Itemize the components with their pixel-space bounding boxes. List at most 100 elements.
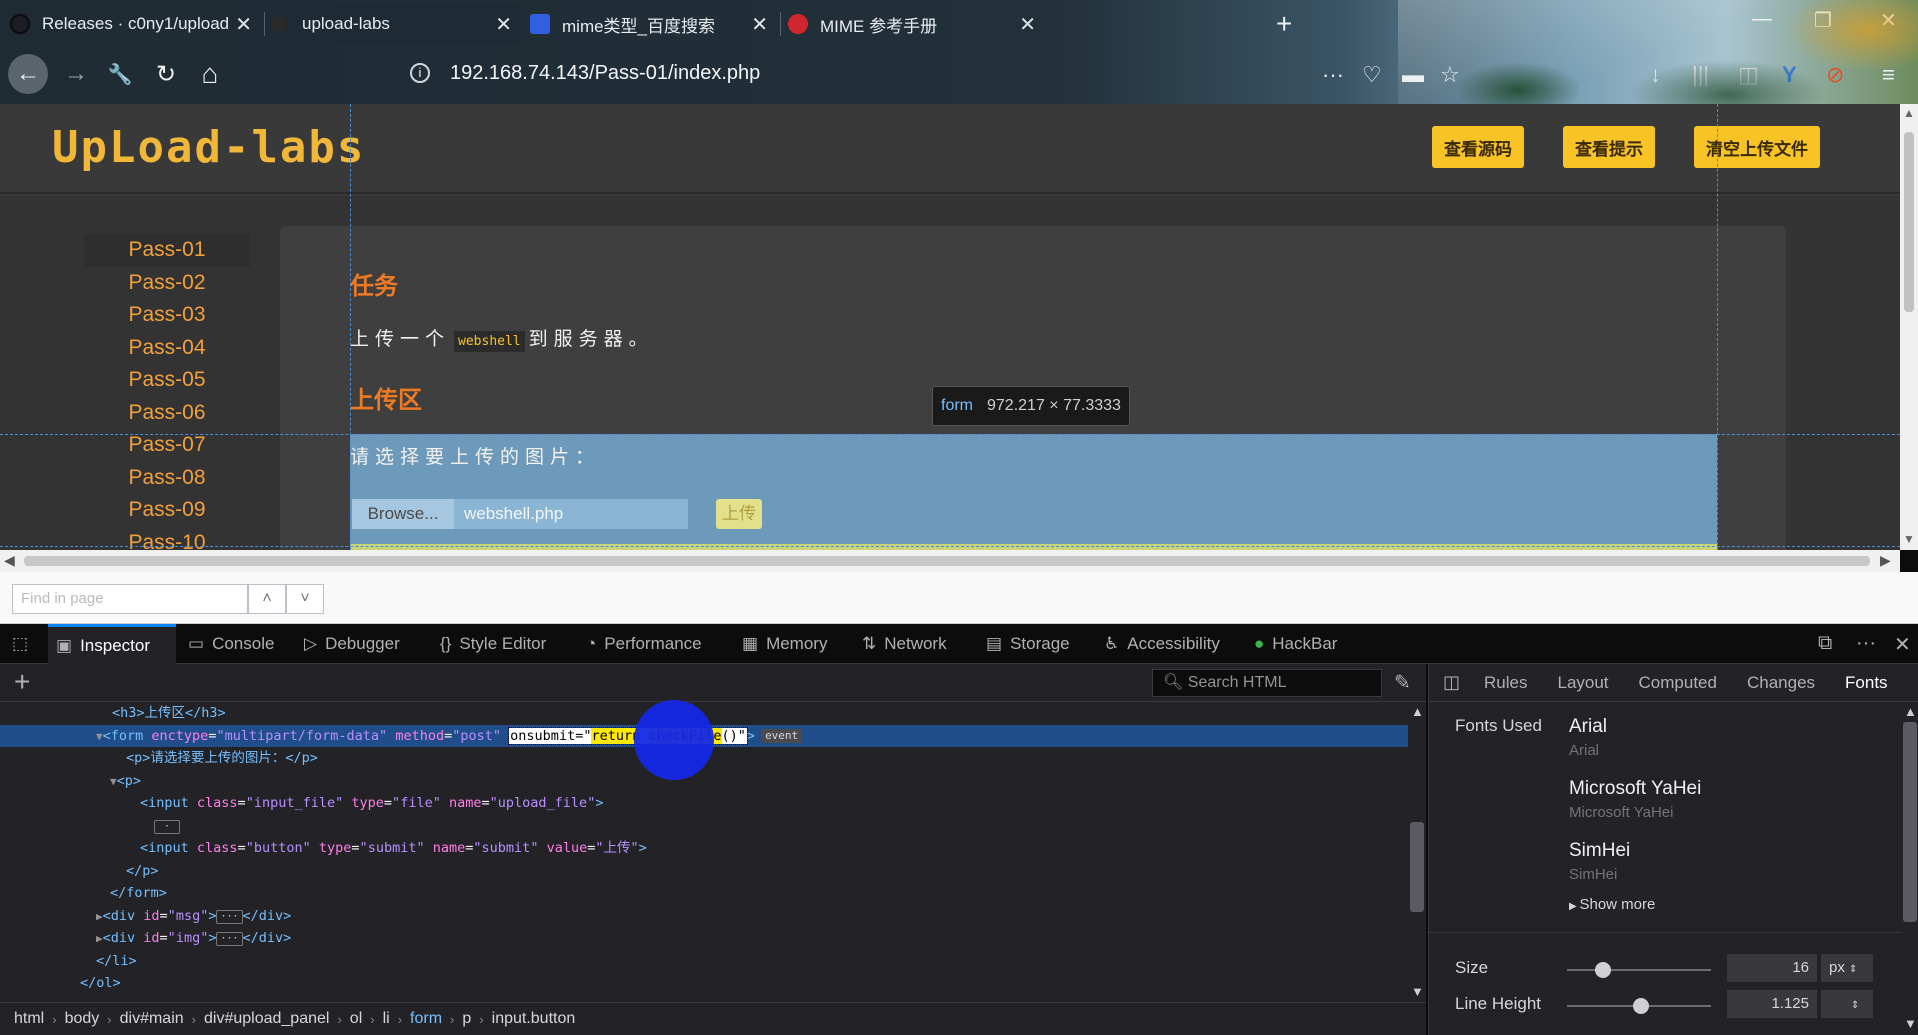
expand-arrow-icon[interactable]: ▼ [110, 775, 117, 788]
slider-knob[interactable] [1633, 998, 1649, 1014]
forward-button[interactable]: → [56, 54, 96, 94]
close-tab-icon[interactable]: ✕ [751, 12, 768, 37]
reload-button[interactable]: ↻ [146, 54, 186, 94]
scroll-down-icon[interactable]: ▼ [1903, 532, 1915, 546]
browse-button[interactable]: Browse... [352, 499, 454, 529]
site-logo[interactable]: UpLoad-labs [52, 122, 365, 173]
collapsed-node-icon[interactable]: ··· [216, 909, 243, 924]
scrollbar-thumb[interactable] [24, 556, 1870, 566]
sidebar-item-pass-02[interactable]: Pass-02 [84, 267, 250, 300]
scroll-up-icon[interactable]: ▲ [1904, 704, 1917, 719]
show-more-toggle[interactable]: ▶ Show more [1569, 896, 1655, 913]
clear-uploads-button[interactable]: 清空上传文件 [1694, 126, 1820, 168]
node-p[interactable]: ▼<p> [0, 770, 1408, 793]
side-panel-scrollbar[interactable]: ▲ ▼ [1901, 702, 1918, 1035]
expand-arrow-icon[interactable]: ▼ [96, 730, 103, 743]
tab-fonts[interactable]: Fonts [1845, 673, 1888, 693]
node-form-close[interactable]: </form> [0, 882, 1408, 905]
scrollbar-thumb[interactable] [1903, 722, 1917, 922]
upload-submit-button[interactable]: 上传 [716, 499, 762, 529]
sidebar-item-pass-09[interactable]: Pass-09 [84, 494, 250, 527]
find-previous-button[interactable]: ˄ [248, 584, 286, 614]
node-div-img[interactable]: ▶<div id="img"> ··· </div> [0, 927, 1408, 950]
tab-performance[interactable]: ◔ Performance [586, 624, 702, 664]
tab-style-editor[interactable]: {} Style Editor [440, 624, 546, 664]
selected-file-name[interactable]: webshell.php [454, 499, 688, 529]
scroll-left-icon[interactable]: ◀ [4, 552, 15, 569]
node-li-close[interactable]: </li> [0, 950, 1408, 973]
expand-arrow-icon[interactable]: ▶ [96, 932, 103, 945]
collapsed-node-icon[interactable]: ··· [216, 932, 243, 946]
customize-wrench-icon[interactable]: 🔧 [100, 54, 140, 94]
toggle-pane-icon[interactable]: ◫ [1443, 672, 1460, 693]
markup-scrollbar[interactable]: ▲ ▼ [1408, 702, 1426, 1002]
tab-inspector[interactable]: ▣ Inspector [48, 624, 176, 664]
bookmark-star-icon[interactable]: ☆ [1440, 62, 1460, 88]
find-in-page-input[interactable]: Find in page [12, 584, 248, 614]
page-actions-icon[interactable]: ··· [1322, 62, 1344, 88]
extension-y-icon[interactable]: Y [1782, 62, 1797, 88]
close-tab-icon[interactable]: ✕ [235, 12, 252, 37]
tab-releases[interactable]: Releases · c0ny1/upload-lab ✕ [10, 4, 260, 44]
scroll-right-icon[interactable]: ▶ [1880, 552, 1891, 569]
scroll-up-icon[interactable]: ▲ [1411, 704, 1424, 719]
scrollbar-thumb[interactable] [1904, 132, 1914, 312]
size-unit-select[interactable]: px ⇕ [1821, 954, 1873, 982]
sidebar-item-pass-06[interactable]: Pass-06 [84, 397, 250, 430]
site-info-icon[interactable]: i [410, 63, 430, 83]
tab-mime-reference[interactable]: MIME 参考手册 ✕ [784, 4, 1260, 44]
scroll-down-icon[interactable]: ▼ [1904, 1016, 1917, 1031]
tab-mime-baidu[interactable]: mime类型_百度搜索 ✕ [526, 4, 776, 44]
back-button[interactable]: ← [8, 54, 48, 94]
tab-computed[interactable]: Computed [1639, 673, 1717, 693]
breadcrumb-item[interactable]: html [14, 1010, 44, 1028]
restore-icon[interactable]: ❐ [1814, 8, 1832, 33]
slider-knob[interactable] [1595, 962, 1611, 978]
blocked-extension-icon[interactable]: ⊘ [1826, 62, 1844, 88]
breadcrumb-item[interactable]: div#upload_panel [204, 1010, 329, 1028]
tab-console[interactable]: ▭ Console [188, 624, 274, 664]
node-input-file[interactable]: <input class="input_file" type="file" na… [0, 792, 1408, 815]
sidebar-item-pass-01[interactable]: Pass-01 [84, 234, 250, 267]
breadcrumb-item[interactable]: p [462, 1010, 471, 1028]
scroll-down-icon[interactable]: ▼ [1411, 984, 1424, 999]
minimize-icon[interactable]: — [1752, 8, 1772, 31]
line-height-unit-select[interactable]: ⇕ [1821, 990, 1873, 1018]
page-horizontal-scrollbar[interactable]: ◀ ▶ [0, 550, 1900, 572]
page-vertical-scrollbar[interactable]: ▲ ▼ [1900, 104, 1918, 550]
tab-debugger[interactable]: ▷ Debugger [304, 624, 400, 664]
view-source-button[interactable]: 查看源码 [1432, 126, 1524, 168]
scrollbar-thumb[interactable] [1410, 822, 1424, 912]
library-icon[interactable]: ||| [1692, 62, 1709, 88]
node-p-close[interactable]: </p> [0, 860, 1408, 883]
screenshot-icon[interactable]: ▬ [1402, 62, 1424, 88]
close-devtools-icon[interactable]: ✕ [1894, 632, 1911, 657]
breadcrumb-item[interactable]: form [410, 1010, 442, 1028]
line-height-value-input[interactable]: 1.125 [1727, 990, 1817, 1018]
tab-storage[interactable]: ▤ Storage [986, 624, 1070, 664]
node-anonymous[interactable]: · [0, 815, 1408, 838]
node-div-msg[interactable]: ▶<div id="msg"> ··· </div> [0, 905, 1408, 928]
sidebar-item-pass-04[interactable]: Pass-04 [84, 332, 250, 365]
tab-network[interactable]: ⇅ Network [862, 624, 947, 664]
sidebar-item-pass-03[interactable]: Pass-03 [84, 299, 250, 332]
element-picker-icon[interactable]: ⬚ [12, 624, 36, 664]
close-tab-icon[interactable]: ✕ [495, 12, 512, 37]
size-value-input[interactable]: 16 [1727, 954, 1817, 982]
home-button[interactable]: ⌂ [190, 54, 230, 94]
downloads-icon[interactable]: ↓ [1650, 62, 1661, 88]
node-ol-close[interactable]: </ol> [0, 972, 1408, 995]
tab-memory[interactable]: ▦ Memory [742, 624, 827, 664]
pocket-icon[interactable]: ♡ [1362, 62, 1382, 88]
sidebar-toggle-icon[interactable]: ◫ [1738, 62, 1759, 88]
sidebar-item-pass-05[interactable]: Pass-05 [84, 364, 250, 397]
devtools-menu-icon[interactable]: ··· [1856, 632, 1876, 655]
close-tab-icon[interactable]: ✕ [1019, 12, 1036, 37]
tab-changes[interactable]: Changes [1747, 673, 1815, 693]
sidebar-item-pass-08[interactable]: Pass-08 [84, 462, 250, 495]
close-window-icon[interactable]: ✕ [1880, 8, 1897, 33]
url-bar[interactable]: i 192.168.74.143/Pass-01/index.php [410, 62, 760, 85]
tab-accessibility[interactable]: ♿ Accessibility [1104, 624, 1220, 664]
tab-hackbar[interactable]: ● HackBar [1254, 624, 1337, 664]
expand-arrow-icon[interactable]: ▶ [96, 910, 103, 923]
